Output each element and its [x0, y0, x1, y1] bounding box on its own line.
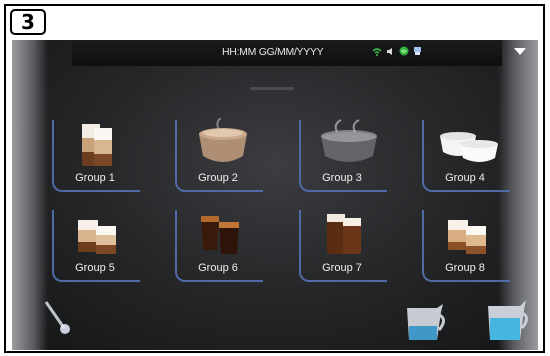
machine-display: HH:MM GG/MM/YYYY Group 1 Group 2 Group 3…: [12, 40, 538, 350]
group-6-button[interactable]: Group 6: [175, 210, 263, 282]
hot-water-jug-icon[interactable]: [478, 294, 534, 344]
status-icons: [372, 46, 422, 56]
steam-wand-icon[interactable]: [40, 298, 76, 338]
latte-macchiato-icon: [82, 124, 112, 166]
group-2-button[interactable]: Group 2: [175, 118, 263, 192]
group-label: Group 3: [322, 172, 362, 184]
datetime-readout: HH:MM GG/MM/YYYY: [222, 46, 324, 58]
espresso-double-icon: [201, 216, 239, 254]
globe-icon: [399, 46, 409, 56]
group-4-button[interactable]: Group 4: [422, 120, 510, 192]
step-number-badge: 3: [10, 9, 46, 35]
milk-cups-icon: [440, 132, 498, 162]
two-lattes-icon: [448, 220, 486, 254]
wifi-icon: [372, 47, 382, 56]
group-label: Group 5: [75, 262, 115, 274]
two-glasses-icon: [327, 214, 361, 254]
status-bar: HH:MM GG/MM/YYYY: [72, 40, 502, 66]
group-8-button[interactable]: Group 8: [422, 210, 510, 282]
cappuccino-icon: [199, 118, 247, 162]
group-label: Group 2: [198, 172, 238, 184]
group-label: Group 7: [322, 262, 362, 274]
dropdown-menu-icon[interactable]: [514, 48, 526, 55]
group-label: Group 8: [445, 262, 485, 274]
volume-icon: [387, 47, 392, 55]
drag-handle[interactable]: [250, 87, 294, 90]
group-7-button[interactable]: Group 7: [299, 210, 387, 282]
group-3-button[interactable]: Group 3: [299, 119, 387, 192]
usb-icon: [414, 47, 421, 55]
group-label: Group 4: [445, 172, 485, 184]
group-1-button[interactable]: Group 1: [52, 120, 140, 192]
milk-jug-icon[interactable]: [397, 298, 451, 344]
hot-water-cup-icon: [321, 119, 377, 162]
group-label: Group 1: [75, 172, 115, 184]
group-5-button[interactable]: Group 5: [52, 210, 140, 282]
group-label: Group 6: [198, 262, 238, 274]
double-latte-icon: [78, 220, 116, 254]
